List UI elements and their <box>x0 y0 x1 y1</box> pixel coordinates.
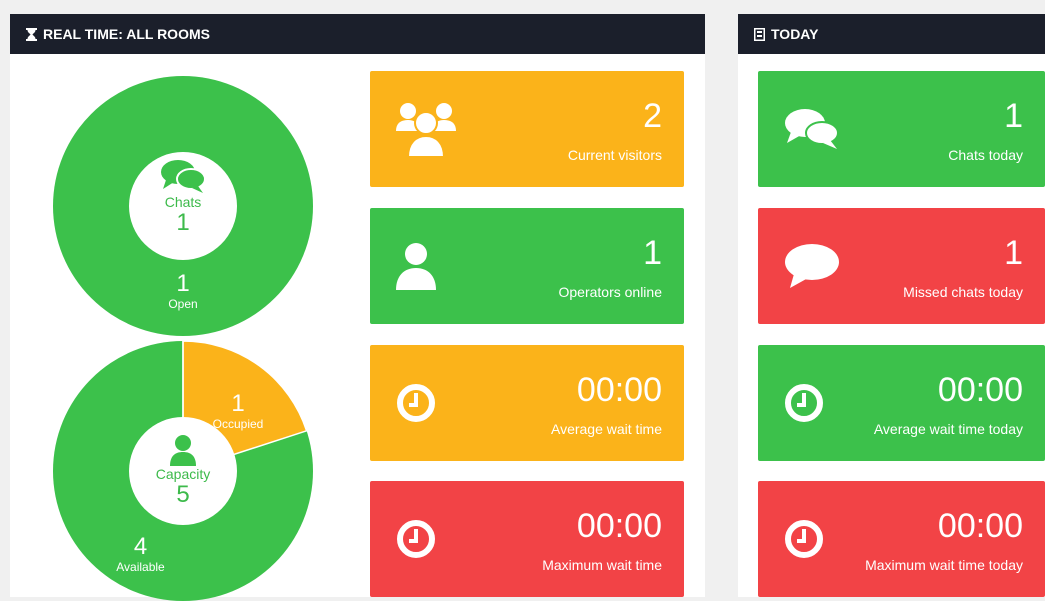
clock-icon <box>784 519 824 559</box>
user-icon <box>128 434 238 466</box>
maximum-wait-time-label: Maximum wait time <box>542 557 662 573</box>
today-header: TODAY <box>738 14 1045 54</box>
clock-icon <box>396 519 436 559</box>
operators-online-value: 1 <box>643 234 662 272</box>
operators-online-card[interactable]: 1 Operators online <box>370 208 684 324</box>
calendar-icon <box>754 27 765 41</box>
chats-open-value: 1 <box>176 270 190 297</box>
capacity-donut: 1 Occupied Capacity 5 4 Available <box>53 341 313 601</box>
average-wait-time-value: 00:00 <box>576 371 662 409</box>
chat-bubble-icon <box>784 242 840 290</box>
missed-chats-today-card[interactable]: 1 Missed chats today <box>758 208 1045 324</box>
maximum-wait-time-today-value: 00:00 <box>937 507 1023 545</box>
capacity-occupied-value: 1 <box>231 390 245 417</box>
realtime-panel: REAL TIME: ALL ROOMS Chats 1 1 Open 1 Oc… <box>10 14 705 601</box>
current-visitors-value: 2 <box>643 97 662 135</box>
chats-open-slice: 1 Open <box>153 270 213 312</box>
missed-chats-today-label: Missed chats today <box>903 284 1023 300</box>
chats-today-label: Chats today <box>948 147 1023 163</box>
average-wait-time-today-value: 00:00 <box>937 371 1023 409</box>
chats-icon <box>128 158 238 194</box>
today-title: TODAY <box>771 26 819 42</box>
today-panel: TODAY 1 Chats today 1 Missed chats today <box>738 14 1045 597</box>
maximum-wait-time-value: 00:00 <box>576 507 662 545</box>
realtime-title: REAL TIME: ALL ROOMS <box>43 26 210 42</box>
chats-today-value: 1 <box>1004 97 1023 135</box>
group-icon <box>396 101 456 157</box>
average-wait-time-today-label: Average wait time today <box>873 421 1023 437</box>
capacity-occupied-label: Occupied <box>212 417 264 431</box>
clock-icon <box>396 383 436 423</box>
maximum-wait-time-today-card[interactable]: 00:00 Maximum wait time today <box>758 481 1045 597</box>
capacity-center-value: 5 <box>176 481 190 508</box>
operators-online-label: Operators online <box>558 284 662 300</box>
maximum-wait-time-today-label: Maximum wait time today <box>865 557 1023 573</box>
chats-center-value: 1 <box>176 209 190 236</box>
missed-chats-today-value: 1 <box>1004 234 1023 272</box>
chats-today-card[interactable]: 1 Chats today <box>758 71 1045 187</box>
average-wait-time-label: Average wait time <box>550 421 662 437</box>
user-icon <box>396 242 436 290</box>
realtime-header: REAL TIME: ALL ROOMS <box>10 14 705 54</box>
average-wait-time-card[interactable]: 00:00 Average wait time <box>370 345 684 461</box>
capacity-center-label: Capacity <box>155 466 211 482</box>
chats-donut-center: Chats 1 <box>128 158 238 236</box>
chat-bubbles-icon <box>784 107 840 151</box>
current-visitors-label: Current visitors <box>567 147 662 163</box>
capacity-occupied-slice: 1 Occupied <box>203 390 273 432</box>
capacity-available-label: Available <box>116 560 165 574</box>
capacity-donut-center: Capacity 5 <box>128 434 238 508</box>
capacity-available-value: 4 <box>133 533 148 560</box>
maximum-wait-time-card[interactable]: 00:00 Maximum wait time <box>370 481 684 597</box>
current-visitors-card[interactable]: 2 Current visitors <box>370 71 684 187</box>
capacity-available-slice: 4 Available <box>103 533 178 575</box>
clock-icon <box>784 383 824 423</box>
chats-donut: Chats 1 1 Open <box>53 76 313 336</box>
chats-center-label: Chats <box>164 194 202 210</box>
chats-open-label: Open <box>168 297 198 311</box>
hourglass-icon <box>26 27 37 41</box>
average-wait-time-today-card[interactable]: 00:00 Average wait time today <box>758 345 1045 461</box>
